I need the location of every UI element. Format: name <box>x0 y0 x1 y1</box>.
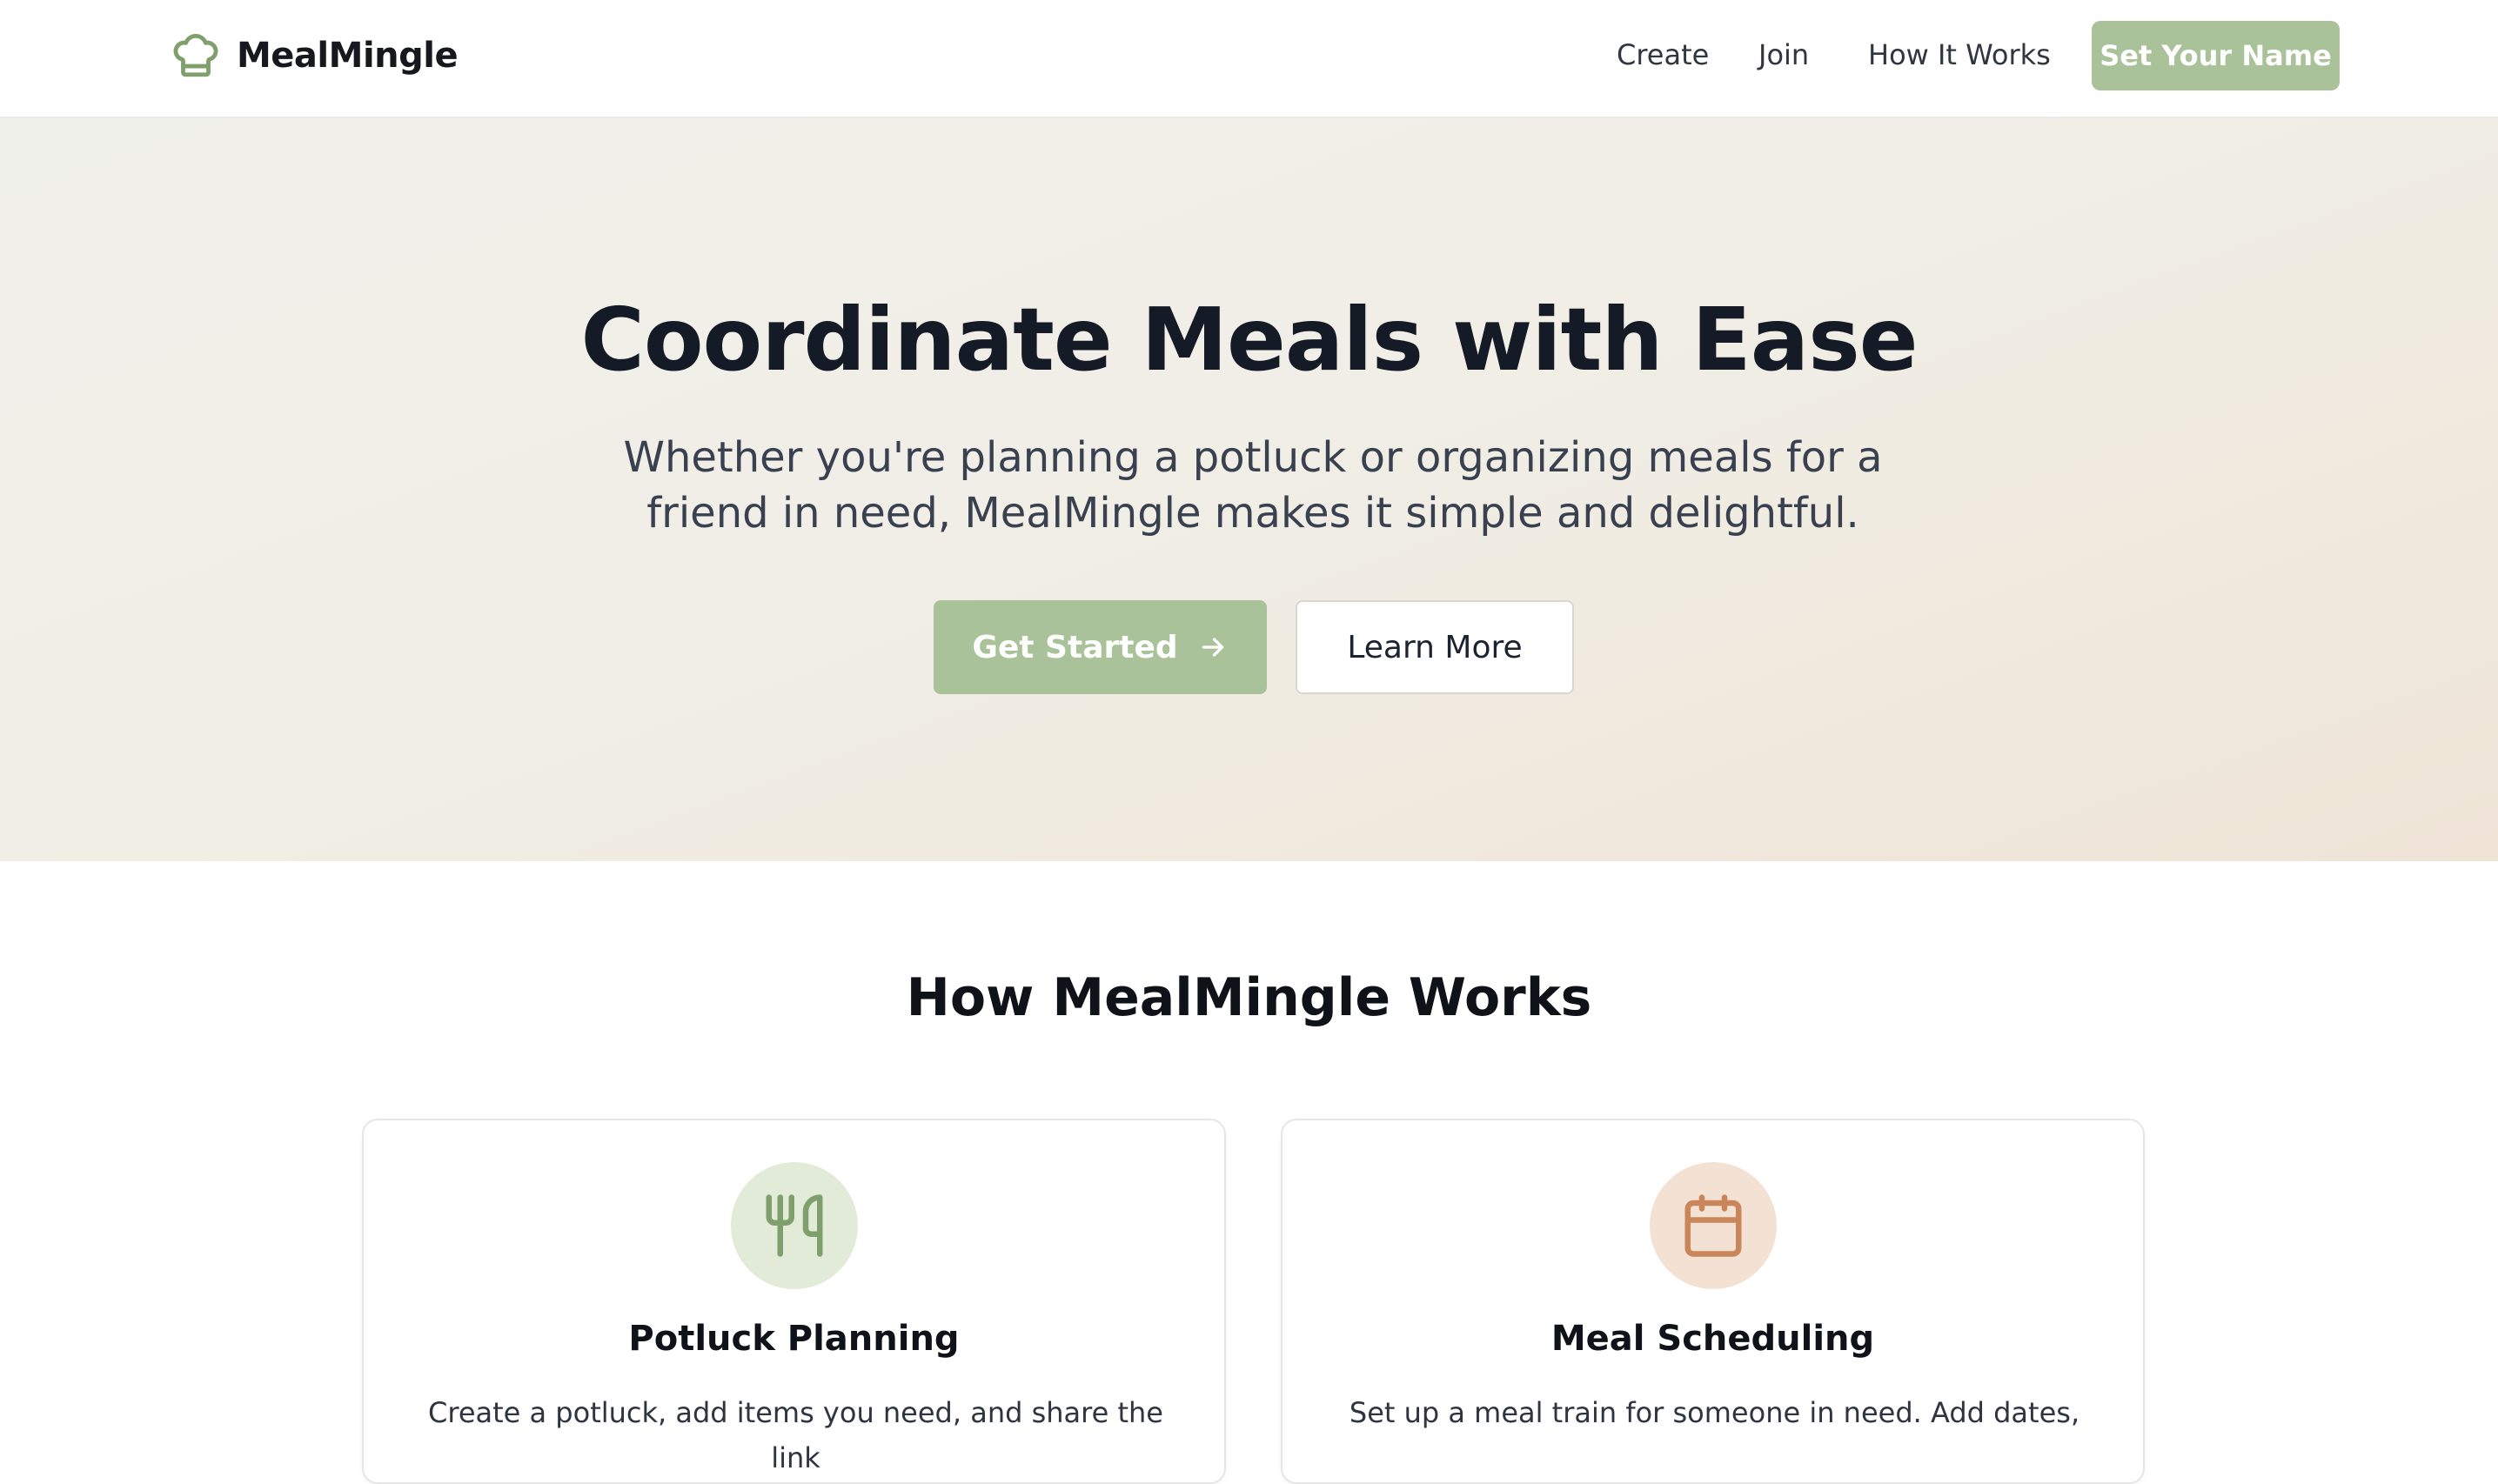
feature-icon-badge <box>731 1162 858 1289</box>
get-started-label: Get Started <box>972 629 1178 665</box>
feature-title: Meal Scheduling <box>1550 1319 1875 1359</box>
brand-name: MealMingle <box>237 36 459 76</box>
nav-join[interactable]: Join <box>1758 38 1809 71</box>
hero-title: Coordinate Meals with Ease <box>580 289 1918 391</box>
hero-section: Coordinate Meals with Ease Whether you'r… <box>0 118 2498 861</box>
how-it-works-title: How MealMingle Works <box>906 967 1592 1028</box>
site-header: MealMingle Create Join How It Works Set … <box>0 0 2498 118</box>
feature-icon-badge <box>1650 1162 1777 1289</box>
learn-more-button[interactable]: Learn More <box>1296 600 1574 694</box>
feature-description: Create a potluck, add items you need, an… <box>428 1396 1163 1474</box>
chef-hat-icon <box>173 34 218 77</box>
brand[interactable]: MealMingle <box>171 30 459 82</box>
feature-card-potluck: Potluck Planning Create a potluck, add i… <box>362 1119 1226 1484</box>
nav-how-it-works[interactable]: How It Works <box>1868 38 2051 71</box>
feature-card-meal-scheduling: Meal Scheduling Set up a meal train for … <box>1281 1119 2145 1484</box>
feature-title: Potluck Planning <box>628 1319 960 1359</box>
hero-subtitle: Whether you're planning a potluck or org… <box>623 433 1883 538</box>
nav-create[interactable]: Create <box>1617 38 1709 71</box>
feature-description: Set up a meal train for someone in need.… <box>1349 1396 2080 1429</box>
calendar-icon <box>1684 1194 1742 1257</box>
get-started-button[interactable]: Get Started <box>934 600 1267 694</box>
arrow-right-icon <box>1202 638 1223 657</box>
utensils-icon <box>766 1194 823 1257</box>
set-your-name-button[interactable]: Set Your Name <box>2092 21 2340 90</box>
